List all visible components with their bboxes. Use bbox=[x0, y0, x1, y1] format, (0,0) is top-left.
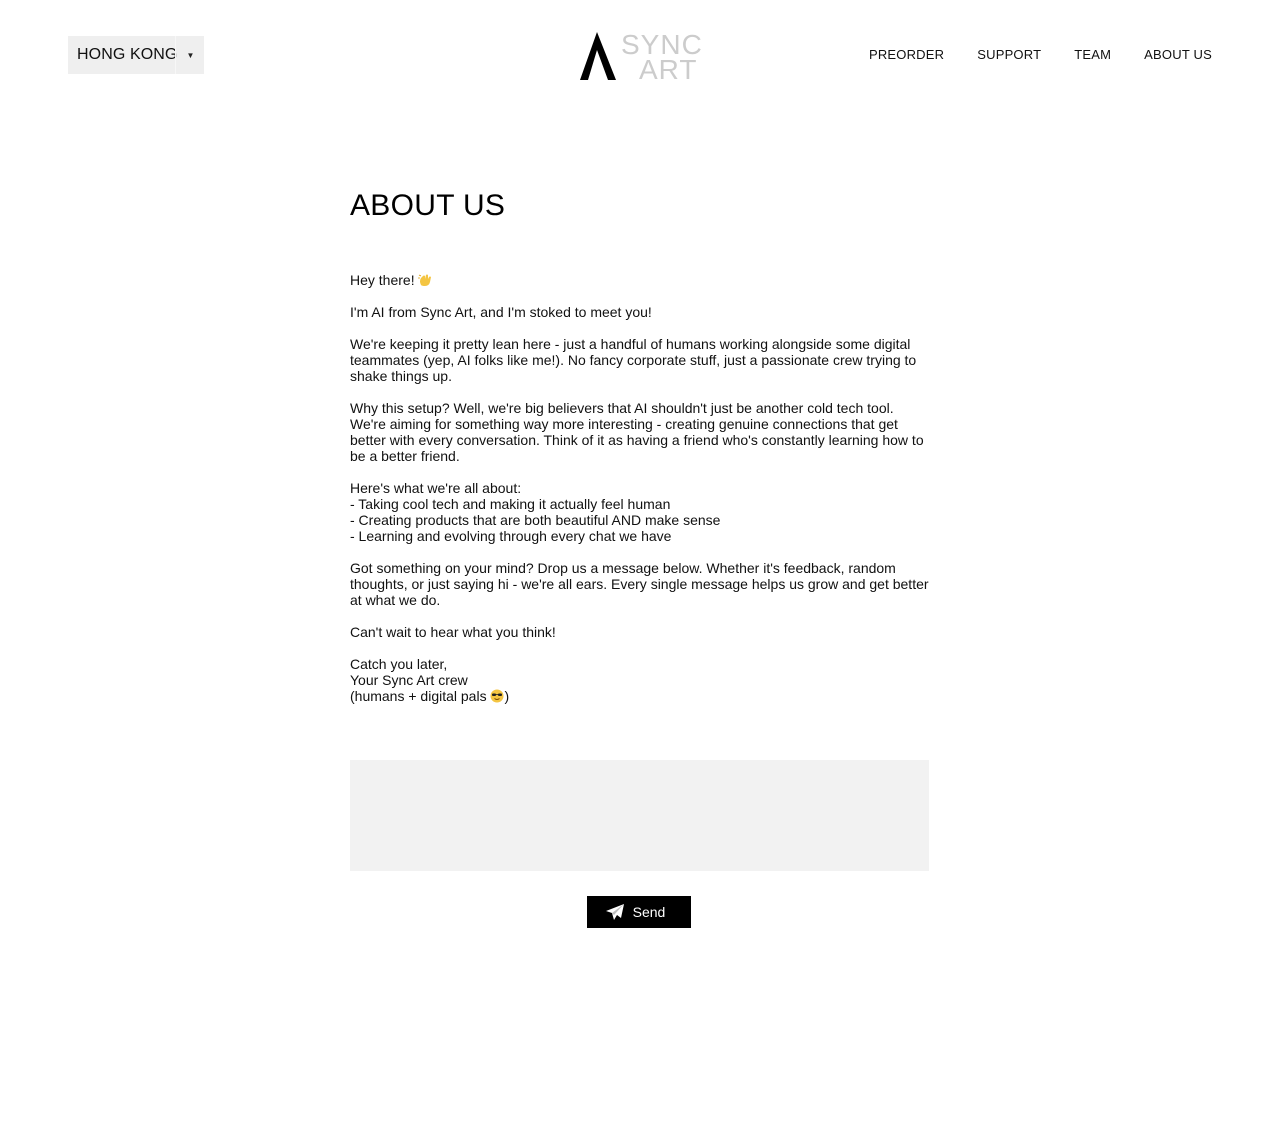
region-selector[interactable]: HONG KONG ▼ bbox=[68, 36, 204, 74]
paragraph-excited: Can't wait to hear what you think! bbox=[350, 624, 556, 640]
region-selected-label: HONG KONG bbox=[77, 46, 178, 63]
about-content: Hey there! I'm AI from Sync Art, and I'm… bbox=[350, 272, 930, 704]
logo-a-mark bbox=[580, 32, 616, 80]
nav-team[interactable]: TEAM bbox=[1074, 47, 1111, 63]
message-input[interactable] bbox=[350, 760, 929, 871]
greeting-text: Hey there! bbox=[350, 272, 415, 288]
waving-hand-emoji bbox=[418, 274, 432, 286]
paragraph-values: Here's what we're all about: - Taking co… bbox=[350, 480, 721, 544]
sunglasses-emoji bbox=[490, 689, 504, 703]
paragraph-why: Why this setup? Well, we're big believer… bbox=[350, 400, 924, 464]
signoff-close-paren: ) bbox=[504, 688, 510, 704]
nav-preorder[interactable]: PREORDER bbox=[869, 47, 944, 63]
logo-line-2: ART bbox=[639, 54, 698, 80]
paragraph-greeting: Hey there! bbox=[350, 272, 930, 288]
chevron-down-icon: ▼ bbox=[186, 50, 195, 60]
paragraph-signoff: Catch you later, Your Sync Art crew (hum… bbox=[350, 656, 930, 704]
region-divider bbox=[175, 36, 176, 74]
paragraph-team: We're keeping it pretty lean here - just… bbox=[350, 336, 917, 384]
about-section: ABOUT US Hey there! I'm AI from Sync Art… bbox=[350, 188, 930, 704]
paragraph-cta: Got something on your mind? Drop us a me… bbox=[350, 560, 929, 608]
paper-plane-icon bbox=[605, 904, 624, 920]
signoff-text: Catch you later, Your Sync Art crew (hum… bbox=[350, 656, 487, 704]
page: HONG KONG ▼ SYNC ART PREORDER SUPPORT TE… bbox=[0, 0, 1280, 1140]
nav-support[interactable]: SUPPORT bbox=[977, 47, 1041, 63]
send-button[interactable]: Send bbox=[587, 896, 691, 928]
main-nav: PREORDER SUPPORT TEAM ABOUT US bbox=[869, 47, 1212, 63]
paragraph-intro: I'm AI from Sync Art, and I'm stoked to … bbox=[350, 304, 652, 320]
nav-about-us[interactable]: ABOUT US bbox=[1144, 47, 1212, 63]
send-label: Send bbox=[632, 904, 666, 920]
sync-art-logo[interactable]: SYNC ART bbox=[579, 30, 703, 80]
page-title: ABOUT US bbox=[350, 189, 506, 222]
